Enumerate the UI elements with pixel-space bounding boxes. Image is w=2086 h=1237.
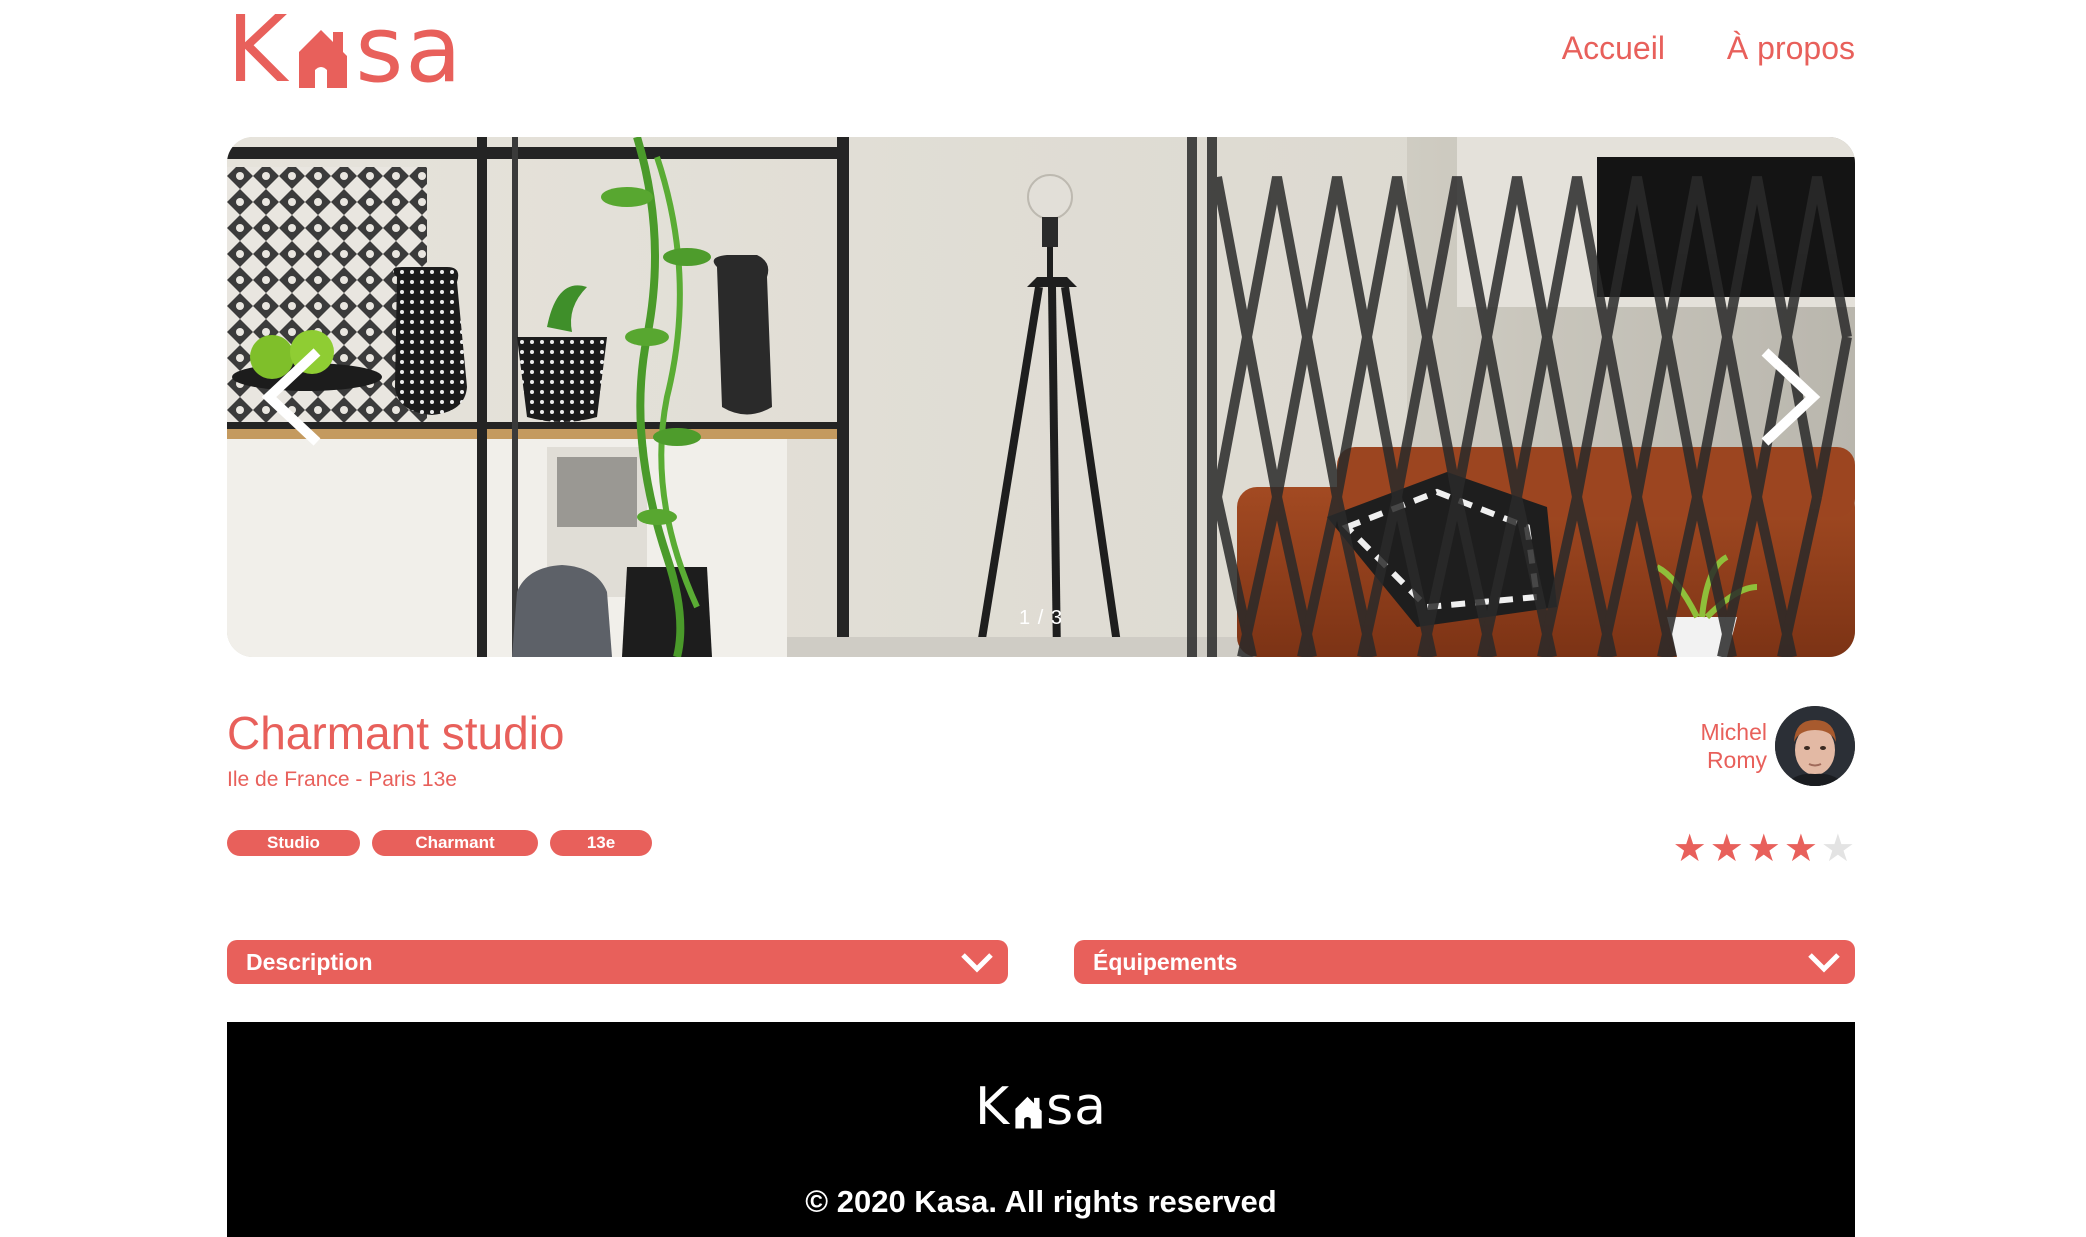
footer-logo: K sa [974,1077,1108,1137]
nav-link-about[interactable]: À propos [1727,28,1855,68]
site-footer: K sa © 2020 Kasa. All rights reserved [227,1022,1855,1237]
collapse-title: Description [246,949,373,975]
host-last-name: Romy [1706,747,1767,773]
chevron-down-icon [1808,953,1840,973]
tag: Charmant [372,830,538,856]
star-filled-icon: ★ [1783,826,1818,870]
tag-list: Studio Charmant 13e [227,830,652,856]
nav-link-home[interactable]: Accueil [1562,28,1665,68]
tag: 13e [550,830,652,856]
image-carousel: 1 / 3 [227,137,1855,657]
equipments-collapse[interactable]: Équipements [1074,940,1855,984]
host-portrait [1775,706,1855,786]
star-empty-icon: ★ [1820,826,1855,870]
house-icon [299,30,348,88]
collapse-title: Équipements [1093,949,1238,975]
listing-photo [227,137,1855,657]
host-info: Michel Romy [1701,706,1855,786]
star-rating: ★ ★ ★ ★ ★ [1673,828,1855,868]
host-first-name: Michel [1700,719,1767,745]
copyright-text: © 2020 Kasa. All rights reserved [805,1184,1277,1219]
carousel-next-button[interactable] [1755,347,1825,447]
tag: Studio [227,830,360,856]
kasa-logo[interactable]: K sa [227,4,464,96]
avatar [1775,706,1855,786]
listing-location: Ile de France - Paris 13e [227,768,457,791]
description-collapse[interactable]: Description [227,940,1008,984]
carousel-prev-button[interactable] [257,347,327,447]
star-filled-icon: ★ [1709,826,1744,870]
carousel-counter: 1 / 3 [1019,607,1063,629]
star-filled-icon: ★ [1672,826,1707,870]
star-filled-icon: ★ [1746,826,1781,870]
listing-title: Charmant studio [227,707,565,759]
house-icon [1015,1096,1042,1129]
host-name: Michel Romy [1701,718,1767,774]
site-header: K sa Accueil À propos [227,0,1855,110]
chevron-down-icon [961,953,993,973]
main-nav: Accueil À propos [1562,28,1855,68]
